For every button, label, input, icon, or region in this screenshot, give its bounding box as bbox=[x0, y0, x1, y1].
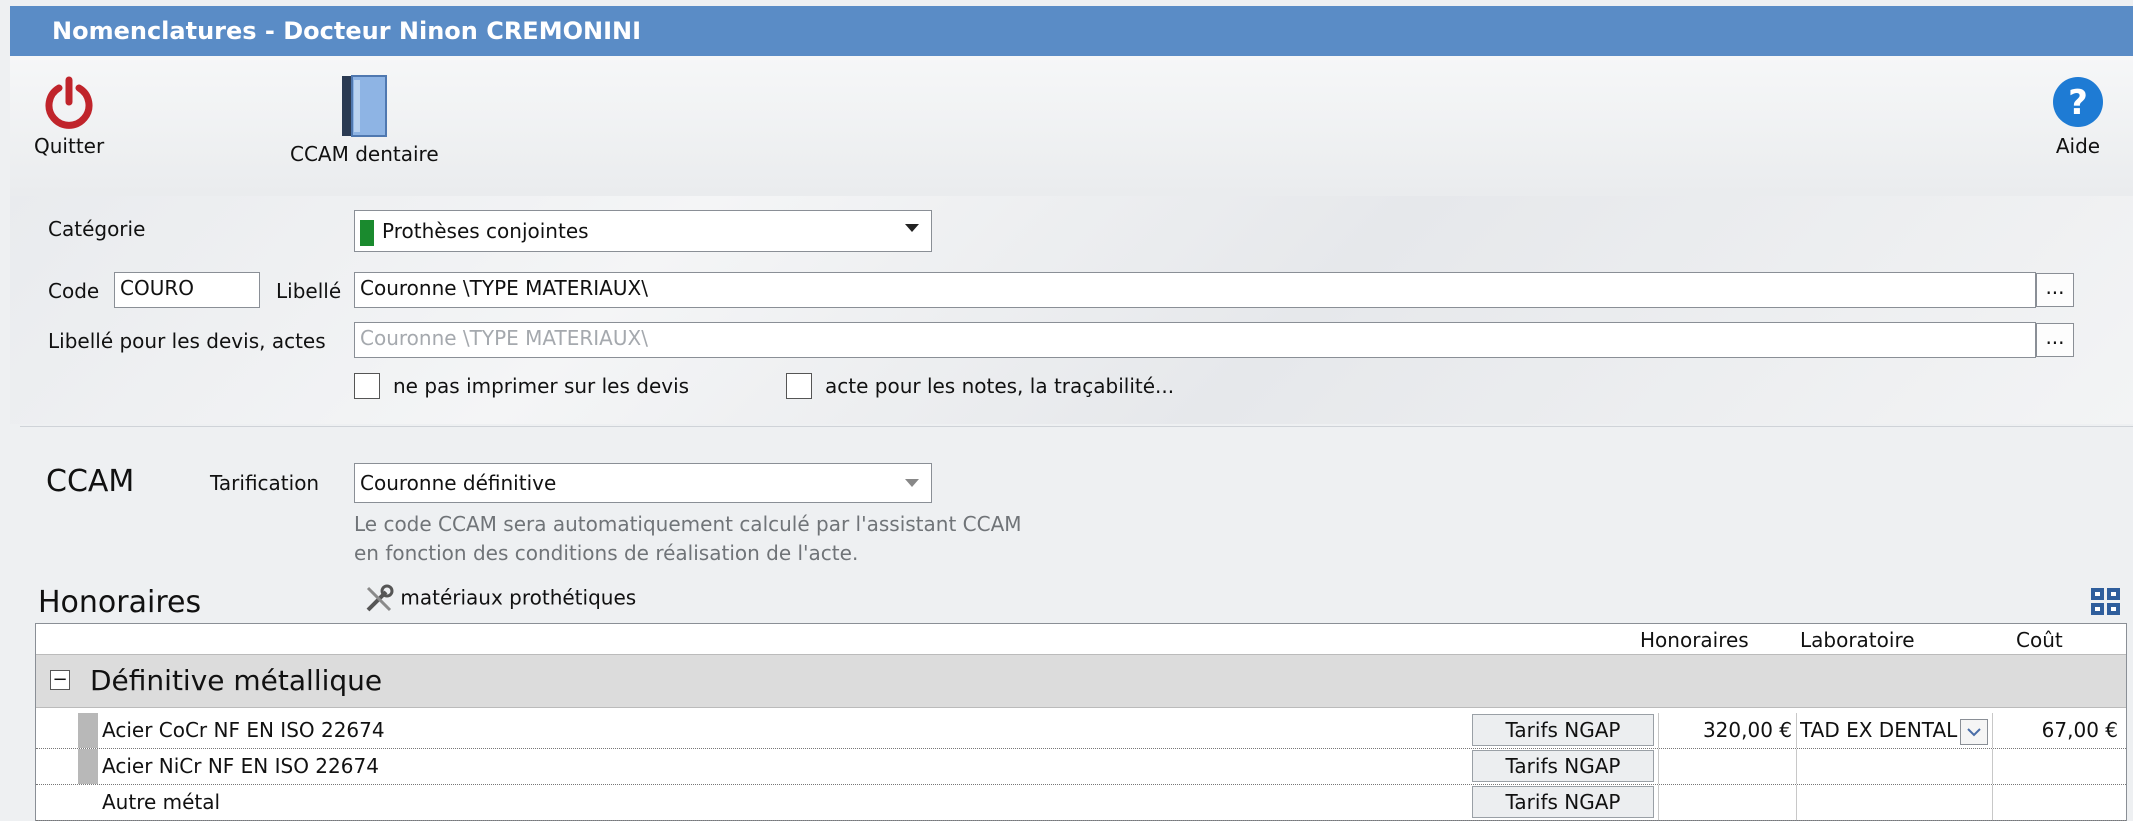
column-divider bbox=[1796, 713, 1797, 748]
col-header-cout[interactable]: Coût bbox=[2016, 628, 2063, 652]
table-row[interactable]: Acier CoCr NF EN ISO 22674 Tarifs NGAP 3… bbox=[36, 713, 2126, 749]
notes-checkbox[interactable] bbox=[786, 373, 812, 399]
row-marker bbox=[78, 713, 98, 748]
row-cout[interactable] bbox=[1996, 785, 2118, 820]
ccam-dentaire-label: CCAM dentaire bbox=[290, 142, 439, 166]
row-laboratoire[interactable] bbox=[1800, 785, 1958, 820]
categorie-value: Prothèses conjointes bbox=[382, 219, 589, 243]
no-print-checkbox[interactable] bbox=[354, 373, 380, 399]
ccam-hint-line2: en fonction des conditions de réalisatio… bbox=[354, 541, 859, 565]
tarifs-ngap-button[interactable]: Tarifs NGAP bbox=[1472, 750, 1654, 782]
row-honoraires[interactable] bbox=[1658, 785, 1792, 820]
quit-label: Quitter bbox=[34, 134, 105, 158]
ccam-title: CCAM bbox=[46, 464, 135, 499]
toolbar: Quitter CCAM dentaire ? Aide bbox=[10, 56, 2133, 196]
nomenclatures-window: Nomenclatures - Docteur Ninon CREMONINI … bbox=[0, 0, 2133, 821]
honoraires-title: Honoraires bbox=[38, 585, 202, 620]
categorie-select[interactable]: Prothèses conjointes bbox=[354, 210, 932, 252]
help-button[interactable]: ? Aide bbox=[2050, 74, 2106, 158]
book-icon bbox=[342, 75, 388, 137]
chevron-down-icon bbox=[1967, 728, 1981, 737]
libelle-input[interactable]: Couronne \TYPE MATERIAUX\ bbox=[354, 272, 2036, 308]
row-name: Acier CoCr NF EN ISO 22674 bbox=[102, 718, 385, 742]
column-divider bbox=[1992, 749, 1993, 784]
window-title: Nomenclatures - Docteur Ninon CREMONINI bbox=[10, 6, 2133, 56]
row-honoraires[interactable] bbox=[1658, 749, 1792, 784]
tarifs-ngap-button[interactable]: Tarifs NGAP bbox=[1472, 714, 1654, 746]
column-divider bbox=[1992, 713, 1993, 748]
materiaux-label: matériaux prothétiques bbox=[400, 585, 637, 610]
chevron-down-icon bbox=[905, 224, 919, 232]
row-laboratoire[interactable]: TAD EX DENTAL bbox=[1800, 713, 1958, 748]
libelle-label: Libellé bbox=[276, 279, 342, 303]
libelle-devis-input[interactable]: Couronne \TYPE MATERIAUX\ bbox=[354, 322, 2036, 358]
libelle-devis-ellipsis-button[interactable]: ... bbox=[2036, 323, 2074, 357]
quit-button[interactable]: Quitter bbox=[34, 74, 104, 158]
code-label: Code bbox=[48, 279, 100, 303]
help-icon: ? bbox=[2053, 77, 2103, 127]
code-input[interactable]: COURO bbox=[114, 272, 260, 308]
column-divider bbox=[1796, 785, 1797, 820]
laboratoire-dropdown-button[interactable] bbox=[1960, 719, 1988, 745]
chevron-down-icon bbox=[905, 479, 919, 487]
category-color-swatch bbox=[360, 219, 374, 246]
group-row[interactable]: − Définitive métallique bbox=[36, 654, 2126, 708]
tarification-value: Couronne définitive bbox=[360, 471, 557, 495]
row-cout[interactable] bbox=[1996, 749, 2118, 784]
row-laboratoire[interactable] bbox=[1800, 749, 1958, 784]
collapse-toggle-icon[interactable]: − bbox=[50, 670, 70, 690]
svg-text:?: ? bbox=[2068, 83, 2088, 123]
materiaux-prothetiques-button[interactable]: matériaux prothétiques bbox=[364, 584, 636, 614]
col-header-laboratoire[interactable]: Laboratoire bbox=[1800, 628, 1915, 652]
table-row[interactable]: Autre métal Tarifs NGAP bbox=[36, 785, 2126, 821]
ccam-dentaire-button[interactable]: CCAM dentaire bbox=[290, 74, 439, 166]
row-cout[interactable]: 67,00 € bbox=[1996, 713, 2118, 748]
grid-settings-icon[interactable] bbox=[2090, 587, 2122, 617]
row-name: Autre métal bbox=[102, 790, 221, 814]
power-icon bbox=[45, 76, 93, 129]
row-marker bbox=[78, 749, 98, 784]
row-marker bbox=[78, 785, 98, 820]
row-name: Acier NiCr NF EN ISO 22674 bbox=[102, 754, 379, 778]
tarification-select[interactable]: Couronne définitive bbox=[354, 463, 932, 503]
column-divider bbox=[1992, 785, 1993, 820]
column-divider bbox=[1796, 749, 1797, 784]
group-label: Définitive métallique bbox=[90, 664, 383, 697]
no-print-label: ne pas imprimer sur les devis bbox=[393, 374, 690, 398]
ccam-hint-line1: Le code CCAM sera automatiquement calcul… bbox=[354, 512, 1022, 536]
help-label: Aide bbox=[2055, 134, 2101, 158]
tools-icon bbox=[366, 584, 394, 612]
row-honoraires[interactable]: 320,00 € bbox=[1658, 713, 1792, 748]
col-header-honoraires[interactable]: Honoraires bbox=[1640, 628, 1749, 652]
libelle-devis-label: Libellé pour les devis, actes bbox=[48, 329, 326, 353]
tarification-label: Tarification bbox=[210, 471, 320, 495]
categorie-label: Catégorie bbox=[48, 217, 146, 241]
table-row[interactable]: Acier NiCr NF EN ISO 22674 Tarifs NGAP bbox=[36, 749, 2126, 785]
libelle-ellipsis-button[interactable]: ... bbox=[2036, 273, 2074, 307]
tarifs-ngap-button[interactable]: Tarifs NGAP bbox=[1472, 786, 1654, 818]
notes-label: acte pour les notes, la traçabilité... bbox=[825, 374, 1175, 398]
